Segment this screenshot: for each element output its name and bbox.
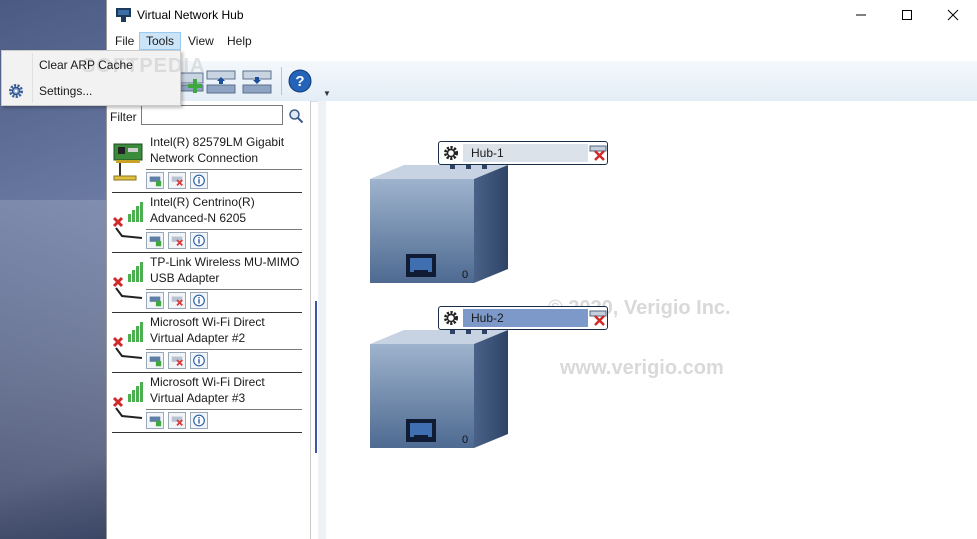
tools-dropdown-menu: SOFTPEDIA Clear ARP Cache Settings... — [1, 50, 204, 106]
menu-tools[interactable]: Tools — [139, 32, 182, 50]
disconnect-adapter-icon[interactable] — [168, 232, 186, 249]
delete-hub-icon[interactable] — [589, 144, 607, 162]
adapter-name: Microsoft Wi-Fi Direct Virtual Adapter #… — [150, 375, 265, 405]
filter-input[interactable] — [141, 105, 283, 125]
disconnect-adapter-icon[interactable] — [168, 352, 186, 369]
settings-gear-icon — [9, 84, 23, 98]
gear-icon[interactable] — [442, 309, 460, 327]
wireless-disconnected-icon — [112, 322, 143, 359]
adapter-toolbar — [146, 349, 302, 370]
hub-device-icon — [370, 165, 508, 283]
info-icon[interactable] — [190, 352, 208, 369]
connect-adapter-icon[interactable] — [146, 292, 164, 309]
app-icon — [116, 8, 131, 22]
info-icon[interactable] — [190, 232, 208, 249]
desktop-background — [0, 200, 110, 539]
toolbar-overflow-icon[interactable]: ▼ — [323, 89, 331, 98]
import-button[interactable] — [205, 67, 239, 95]
hub-node[interactable]: Hub-1 0 — [370, 141, 610, 291]
menu-item-label: Clear ARP Cache — [39, 58, 133, 72]
hub-name: Hub-2 — [471, 311, 504, 325]
canvas-edge — [318, 101, 326, 539]
close-button[interactable] — [930, 0, 976, 30]
adapter-toolbar — [146, 289, 302, 310]
minimize-icon — [856, 14, 866, 16]
hub-header: Hub-2 — [438, 306, 608, 330]
maximize-icon — [902, 10, 912, 20]
minimize-button[interactable] — [838, 0, 884, 30]
connect-adapter-icon[interactable] — [146, 232, 164, 249]
menu-bar: File Tools View Help — [107, 30, 977, 51]
title-bar: Virtual Network Hub — [107, 0, 977, 30]
menu-view[interactable]: View — [182, 32, 220, 50]
hub-node[interactable]: Hub-2 0 — [370, 306, 610, 456]
adapter-toolbar — [146, 169, 302, 190]
export-button[interactable] — [241, 67, 275, 95]
wireless-disconnected-icon — [112, 262, 143, 299]
network-card-icon — [113, 143, 143, 181]
menu-item-clear-arp-cache[interactable]: Clear ARP Cache — [2, 53, 178, 77]
toolbar: ? ▼ — [107, 61, 977, 102]
adapter-name: Microsoft Wi-Fi Direct Virtual Adapter #… — [150, 315, 265, 345]
help-button[interactable]: ? — [285, 67, 319, 95]
menu-item-settings[interactable]: Settings... — [2, 79, 178, 103]
adapter-item[interactable]: Microsoft Wi-Fi Direct Virtual Adapter #… — [112, 374, 302, 433]
adapter-item[interactable]: Microsoft Wi-Fi Direct Virtual Adapter #… — [112, 314, 302, 373]
connect-adapter-icon[interactable] — [146, 412, 164, 429]
gear-icon[interactable] — [442, 144, 460, 162]
connect-adapter-icon[interactable] — [146, 172, 164, 189]
connect-adapter-icon[interactable] — [146, 352, 164, 369]
close-icon — [947, 9, 959, 21]
search-icon[interactable] — [288, 108, 304, 124]
wireless-disconnected-icon — [112, 202, 143, 239]
adapter-name: TP-Link Wireless MU-MIMO USB Adapter — [150, 255, 300, 285]
adapter-toolbar — [146, 409, 302, 430]
app-window: Virtual Network Hub File Tools View Help — [106, 0, 977, 539]
maximize-button[interactable] — [884, 0, 930, 30]
disconnect-adapter-icon[interactable] — [168, 292, 186, 309]
window-title: Virtual Network Hub — [137, 8, 244, 22]
adapter-item[interactable]: Intel(R) 82579LM Gigabit Network Connect… — [112, 134, 302, 193]
menu-item-label: Settings... — [39, 84, 93, 98]
toolbar-separator — [281, 67, 282, 95]
delete-hub-icon[interactable] — [589, 309, 607, 327]
info-icon[interactable] — [190, 172, 208, 189]
hub-name: Hub-1 — [471, 146, 504, 160]
adapter-item[interactable]: TP-Link Wireless MU-MIMO USB Adapter — [112, 254, 302, 313]
hub-device-icon — [370, 330, 508, 448]
svg-text:?: ? — [295, 73, 304, 90]
panel-splitter[interactable] — [315, 301, 317, 453]
menu-help[interactable]: Help — [221, 32, 258, 50]
hub-port-count: 0 — [462, 434, 469, 446]
filter-label: Filter — [110, 110, 137, 124]
adapter-name: Intel(R) 82579LM Gigabit Network Connect… — [150, 135, 285, 165]
hub-header: Hub-1 — [438, 141, 608, 165]
wireless-disconnected-icon — [112, 382, 143, 419]
menu-file[interactable]: File — [109, 32, 140, 50]
adapter-item[interactable]: Intel(R) Centrino(R) Advanced-N 6205 — [112, 194, 302, 253]
disconnect-adapter-icon[interactable] — [168, 172, 186, 189]
adapter-panel: Filter Intel(R) 82579LM Gigabit Network … — [107, 101, 311, 539]
hub-port-count: 0 — [462, 269, 469, 281]
hub-canvas[interactable]: © 2020, Verigio Inc. www.verigio.com Hub… — [318, 101, 977, 539]
info-icon[interactable] — [190, 292, 208, 309]
info-icon[interactable] — [190, 412, 208, 429]
disconnect-adapter-icon[interactable] — [168, 412, 186, 429]
adapter-toolbar — [146, 229, 302, 250]
adapter-name: Intel(R) Centrino(R) Advanced-N 6205 — [150, 195, 255, 225]
